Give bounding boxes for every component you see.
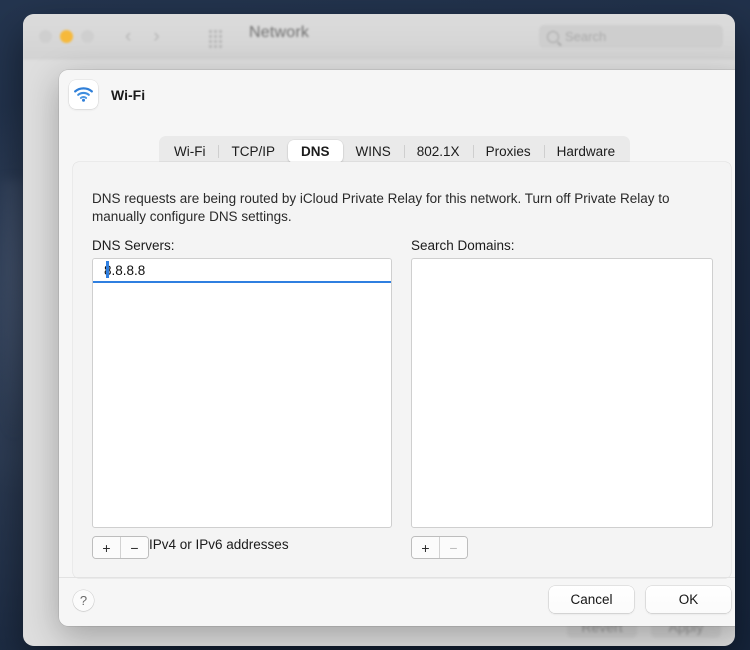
wifi-icon <box>69 80 98 109</box>
tab-tcpip[interactable]: TCP/IP <box>218 140 288 163</box>
close-button[interactable] <box>39 30 52 43</box>
forward-chevron-icon[interactable]: › <box>153 25 159 49</box>
sheet-header: Wi-Fi <box>59 70 735 116</box>
tab-8021x[interactable]: 802.1X <box>403 140 473 163</box>
private-relay-notice: DNS requests are being routed by iCloud … <box>92 191 670 224</box>
dns-server-row[interactable]: 8.8.8.8 <box>93 259 391 283</box>
window-titlebar: ‹ › Network Search <box>23 14 735 60</box>
grid-icon[interactable] <box>209 30 222 48</box>
tab-proxies[interactable]: Proxies <box>472 140 544 163</box>
dns-server-value: 8.8.8.8 <box>104 262 146 278</box>
tab-wins[interactable]: WINS <box>343 140 404 163</box>
search-domains-label: Search Domains: <box>411 238 515 253</box>
navigation-controls: ‹ › <box>125 25 160 49</box>
dns-servers-list[interactable]: 8.8.8.8 <box>92 258 392 528</box>
sheet-action-buttons: Cancel OK <box>549 586 731 613</box>
remove-dns-server-button[interactable]: − <box>120 537 148 558</box>
tab-wifi[interactable]: Wi-Fi <box>161 140 218 163</box>
dns-servers-stepper: + − <box>92 536 149 559</box>
text-cursor <box>106 261 109 278</box>
help-button[interactable]: ? <box>73 590 94 611</box>
maximize-button[interactable] <box>81 30 94 43</box>
dns-panel: DNS requests are being routed by iCloud … <box>73 162 731 578</box>
remove-search-domain-button: − <box>439 537 467 558</box>
cancel-button[interactable]: Cancel <box>549 586 634 613</box>
search-domains-stepper: + − <box>411 536 468 559</box>
sheet-footer: ? Cancel OK <box>59 577 735 626</box>
add-search-domain-button[interactable]: + <box>412 537 439 558</box>
page-title: Network <box>249 24 310 41</box>
tab-dns[interactable]: DNS <box>288 140 343 163</box>
dns-settings-sheet: Wi-Fi Wi-Fi TCP/IP DNS WINS 802.1X Proxi… <box>59 70 735 626</box>
network-preferences-window: ‹ › Network Search Revert Apply Wi-Fi Wi… <box>23 14 735 646</box>
dns-servers-label: DNS Servers: <box>92 238 175 253</box>
tab-hardware[interactable]: Hardware <box>543 140 629 163</box>
back-chevron-icon[interactable]: ‹ <box>125 25 131 49</box>
search-placeholder: Search <box>565 29 607 44</box>
search-icon <box>547 30 559 43</box>
search-domains-list[interactable] <box>411 258 713 528</box>
add-dns-server-button[interactable]: + <box>93 537 120 558</box>
dns-address-hint: IPv4 or IPv6 addresses <box>149 537 289 552</box>
search-input[interactable]: Search <box>539 25 723 48</box>
service-name-label: Wi-Fi <box>111 87 146 103</box>
minimize-button[interactable] <box>60 30 73 43</box>
ok-button[interactable]: OK <box>646 586 731 613</box>
traffic-lights <box>39 30 94 43</box>
